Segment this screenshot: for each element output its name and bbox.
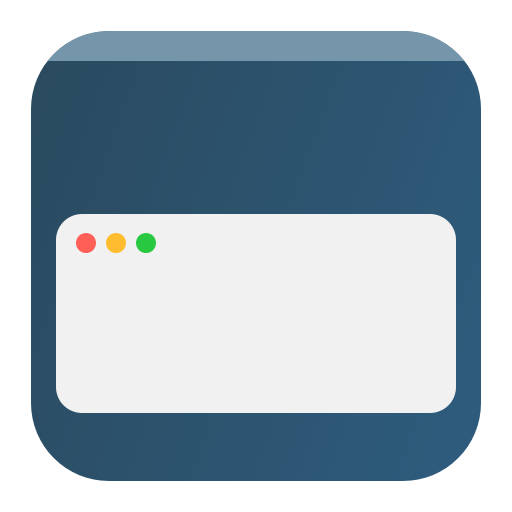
titlebar-strip bbox=[31, 31, 481, 61]
window-card bbox=[56, 214, 456, 413]
zoom-button[interactable] bbox=[136, 233, 156, 253]
app-icon[interactable] bbox=[31, 31, 481, 481]
close-button[interactable] bbox=[76, 233, 96, 253]
window-controls bbox=[76, 233, 156, 253]
minimize-button[interactable] bbox=[106, 233, 126, 253]
